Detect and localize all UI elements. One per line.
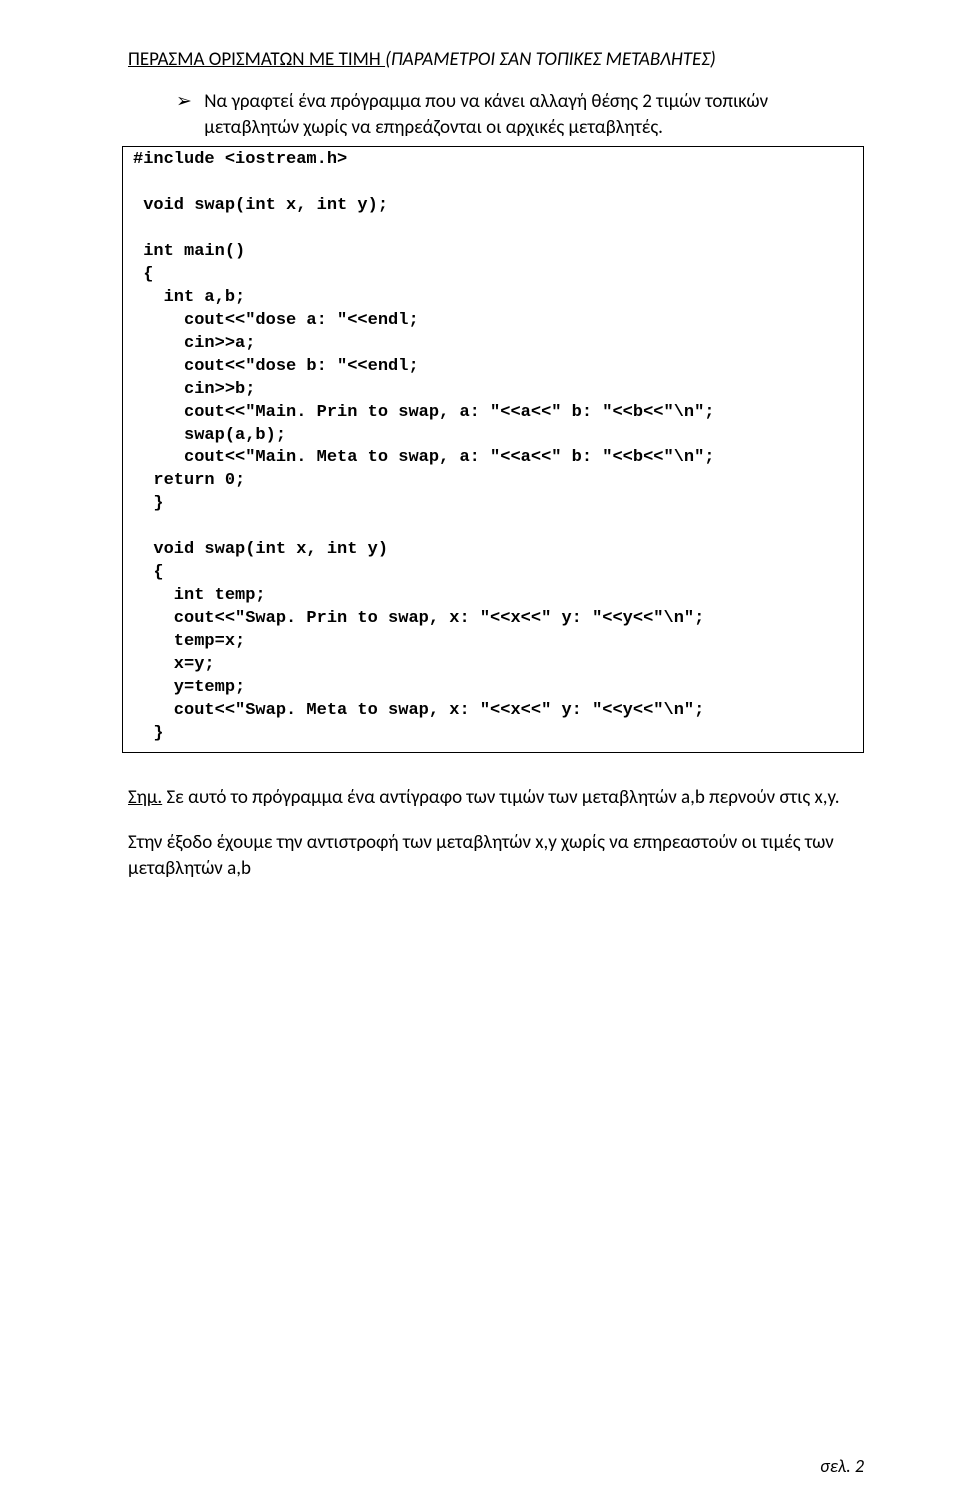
page-number: σελ. 2 [820, 1455, 864, 1477]
note-line-1: Σε αυτό το πρόγραμμα ένα αντίγραφο των τ… [162, 786, 839, 809]
bulleted-item: ➢ Να γραφτεί ένα πρόγραμμα που να κάνει … [176, 89, 864, 140]
note-paragraph-1: Σημ. Σε αυτό το πρόγραμμα ένα αντίγραφο … [128, 785, 864, 811]
code-listing: #include <iostream.h> void swap(int x, i… [122, 146, 864, 752]
heading-underlined: ΠΕΡΑΣΜΑ ΟΡΙΣΜΑΤΩΝ ΜΕ ΤΙΜΗ [128, 48, 385, 71]
section-heading: ΠΕΡΑΣΜΑ ΟΡΙΣΜΑΤΩΝ ΜΕ ΤΙΜΗ (ΠΑΡΑΜΕΤΡΟΙ ΣΑ… [128, 48, 864, 71]
note-label: Σημ. [128, 786, 162, 809]
bullet-text: Να γραφτεί ένα πρόγραμμα που να κάνει αλ… [204, 89, 862, 140]
bullet-arrow-icon: ➢ [176, 89, 200, 115]
heading-italic: (ΠΑΡΑΜΕΤΡΟΙ ΣΑΝ ΤΟΠΙΚΕΣ ΜΕΤΑΒΛΗΤΕΣ) [385, 48, 716, 71]
note-paragraph-2: Στην έξοδο έχουμε την αντιστροφή των μετ… [128, 830, 864, 881]
